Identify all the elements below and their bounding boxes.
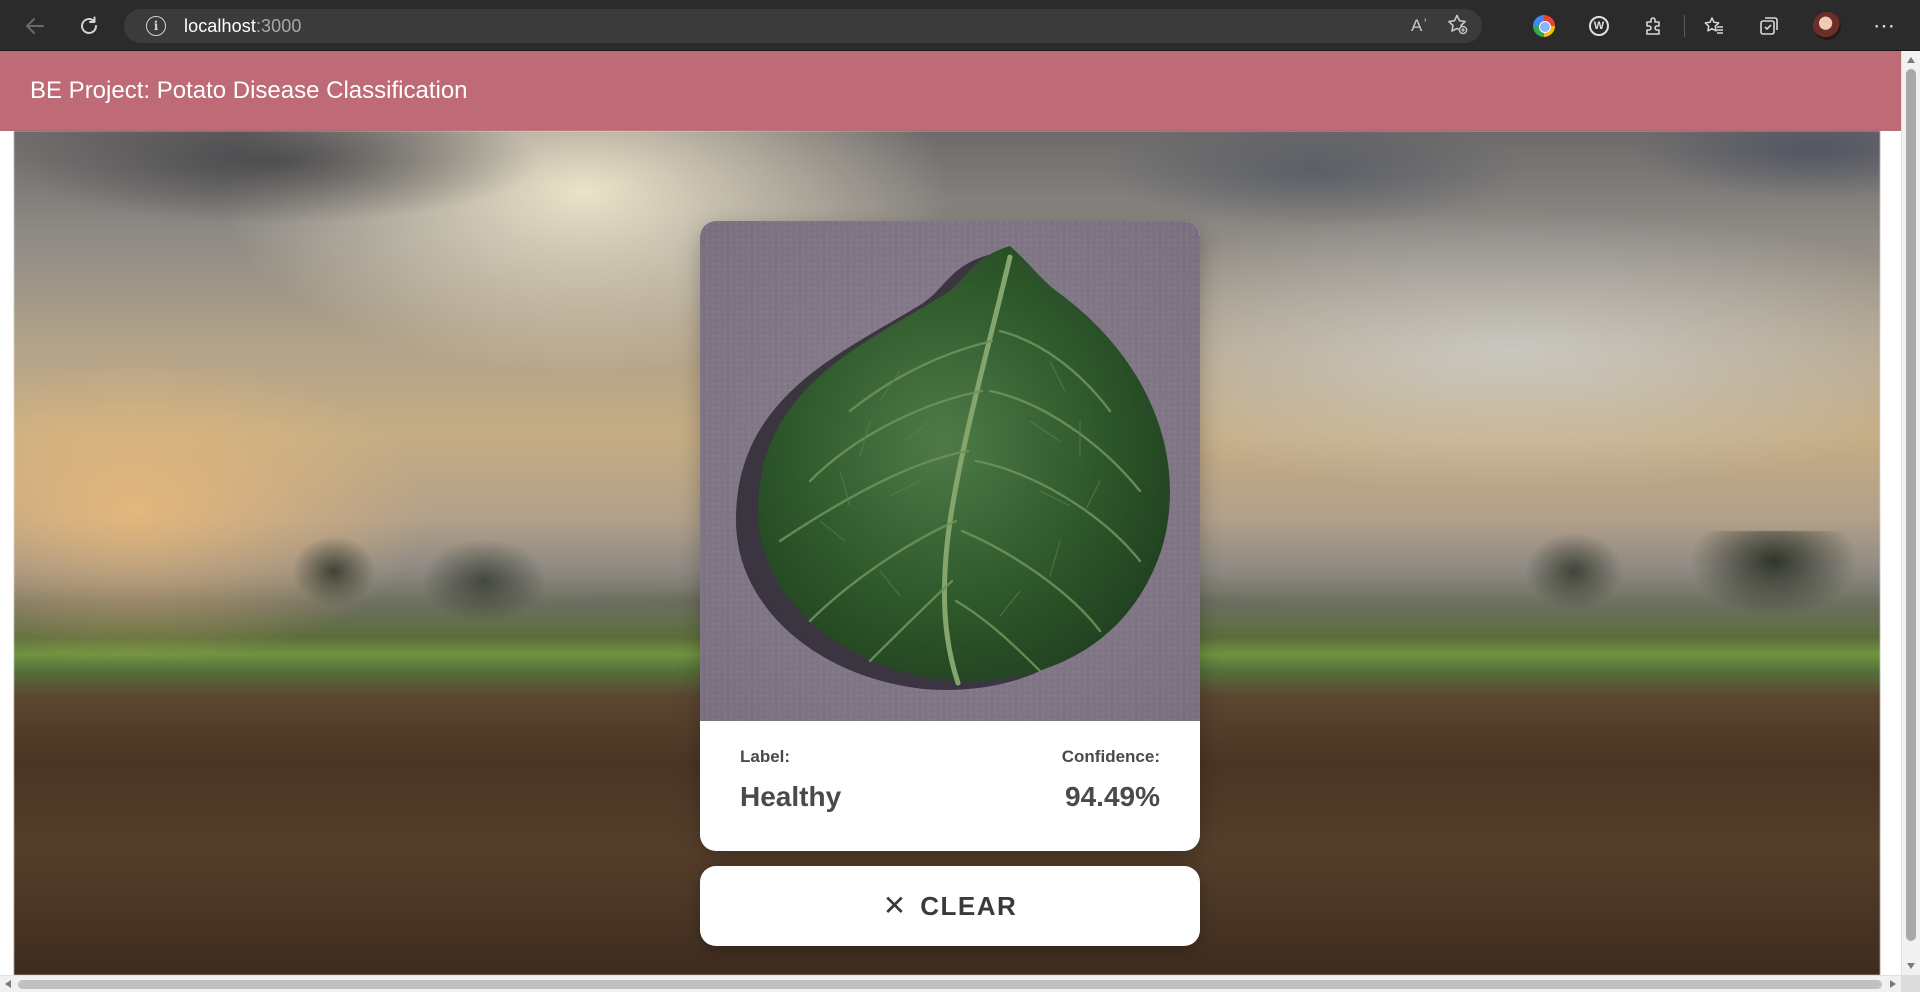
extensions-puzzle-icon[interactable]: [1638, 10, 1670, 42]
app-header: BE Project: Potato Disease Classificatio…: [0, 51, 1901, 131]
url-text[interactable]: localhost:3000: [184, 16, 302, 37]
address-bar-actions: Aʾ: [1411, 9, 1468, 43]
more-options-icon[interactable]: ⋯: [1868, 10, 1900, 42]
confidence-column: Confidence: 94.49%: [1062, 747, 1160, 813]
refresh-icon[interactable]: [73, 10, 105, 42]
avatar-image: [1813, 12, 1841, 40]
address-bar[interactable]: i localhost:3000 Aʾ: [124, 9, 1482, 43]
app-title: BE Project: Potato Disease Classificatio…: [30, 77, 468, 104]
vertical-scrollbar[interactable]: [1901, 51, 1920, 975]
scroll-down-arrow-icon[interactable]: [1907, 963, 1915, 969]
horizontal-scroll-thumb[interactable]: [18, 980, 1882, 989]
info-icon[interactable]: i: [146, 16, 166, 36]
scroll-left-arrow-icon[interactable]: [5, 980, 11, 988]
browser-toolbar: i localhost:3000 Aʾ W ⋯: [0, 0, 1920, 51]
url-port: :3000: [255, 15, 302, 36]
vertical-scroll-thumb[interactable]: [1906, 69, 1916, 941]
add-favorite-icon[interactable]: [1446, 13, 1468, 40]
page-viewport: BE Project: Potato Disease Classificatio…: [0, 51, 1901, 975]
url-host: localhost: [184, 15, 256, 36]
color-wheel-icon: [1533, 15, 1555, 37]
color-picker-extension-icon[interactable]: [1528, 10, 1560, 42]
favorites-icon[interactable]: [1698, 10, 1730, 42]
confidence-caption: Confidence:: [1061, 747, 1160, 766]
label-value: Healthy: [740, 781, 842, 812]
clear-label: CLEAR: [920, 890, 1018, 921]
clear-button[interactable]: ✕ CLEAR: [700, 866, 1200, 946]
confidence-value: 94.49%: [1065, 781, 1160, 812]
scroll-up-arrow-icon[interactable]: [1907, 57, 1915, 63]
label-caption: Label:: [740, 747, 791, 766]
back-arrow-icon[interactable]: [19, 10, 51, 42]
toolbar-divider: [1684, 15, 1685, 37]
scrollbar-corner: [1901, 975, 1920, 992]
scroll-right-arrow-icon[interactable]: [1890, 980, 1896, 988]
close-icon: ✕: [882, 890, 907, 921]
w-extension-icon[interactable]: W: [1583, 10, 1615, 42]
result-card: Label: Healthy Confidence: 94.49%: [700, 221, 1200, 851]
w-badge: W: [1589, 16, 1609, 36]
collections-icon[interactable]: [1753, 10, 1785, 42]
uploaded-leaf-image: [700, 221, 1200, 721]
profile-avatar[interactable]: [1811, 10, 1843, 42]
horizontal-scrollbar[interactable]: [0, 975, 1901, 992]
read-aloud-icon[interactable]: Aʾ: [1411, 16, 1428, 36]
prediction-info: Label: Healthy Confidence: 94.49%: [700, 721, 1200, 851]
label-column: Label: Healthy: [740, 747, 841, 813]
